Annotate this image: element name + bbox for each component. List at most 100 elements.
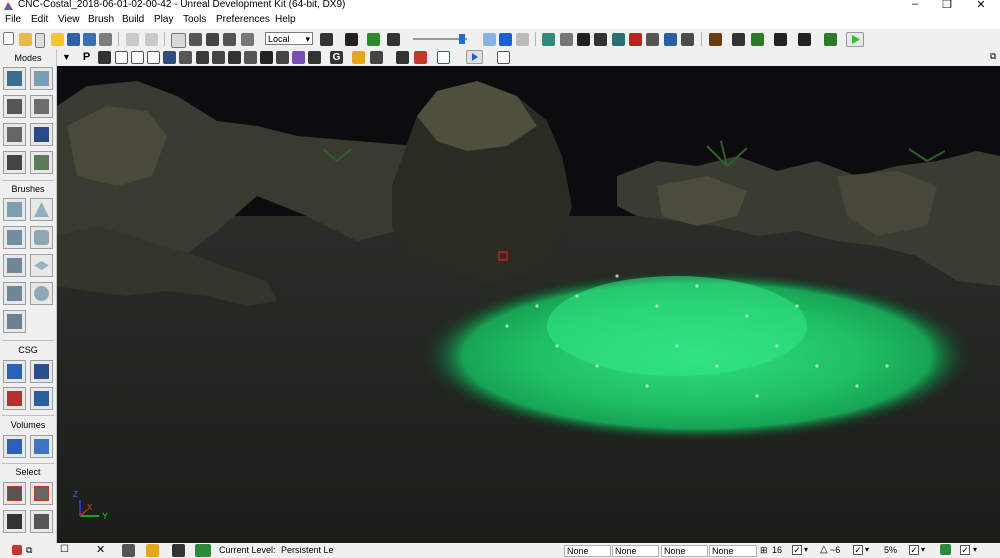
cone-brush-icon[interactable] [30,198,53,221]
hide-selected-icon[interactable] [30,482,53,505]
volumetric-brush-icon[interactable] [3,310,26,333]
kismet-icon[interactable] [345,33,358,46]
actor-snap-icon[interactable] [414,51,427,64]
restore-viewport-icon[interactable]: ⧉ [990,51,996,62]
cube-brush-icon[interactable] [3,198,26,221]
cylinder-wire-icon[interactable] [131,51,144,64]
curved-stair-brush-icon[interactable] [3,226,26,249]
k-script-icon[interactable] [367,33,380,46]
maximize-button[interactable]: ❐ [932,0,962,12]
play-in-viewport-icon[interactable] [466,50,483,64]
chevron-down-icon[interactable]: ▾ [921,545,925,554]
menu-help[interactable]: Help [275,14,296,25]
rotation-snap-checkbox[interactable]: ✓ [853,545,863,555]
lock-icon[interactable] [352,51,365,64]
brush-8-icon[interactable] [276,51,289,64]
csg-deintersect-icon[interactable] [30,387,53,410]
sphere-wire-icon[interactable] [147,51,160,64]
chevron-down-icon[interactable]: ▾ [973,545,977,554]
build-cover-icon[interactable] [594,33,607,46]
save-all-icon[interactable] [83,33,96,46]
minimize-button[interactable]: – [900,0,930,12]
brush-5-icon[interactable] [228,51,241,64]
matinee-icon[interactable] [709,33,722,46]
grid-g-icon[interactable]: G [330,51,343,64]
texture-align-mode-icon[interactable] [3,123,26,146]
spiral-stair-brush-icon[interactable] [3,282,26,305]
pivot-icon[interactable]: P [80,51,93,64]
star-icon[interactable] [516,33,529,46]
brush-2-icon[interactable] [179,51,192,64]
realtime-icon[interactable] [483,33,496,46]
perspective-viewport[interactable]: Z X Y [57,66,1000,543]
restore-icon[interactable]: ⧉ [26,545,32,556]
window-icon[interactable] [437,51,450,64]
foliage-mode-icon[interactable] [30,151,53,174]
build-paths-icon[interactable] [577,33,590,46]
menu-edit[interactable]: Edit [31,14,48,25]
binoculars-icon[interactable] [320,33,333,46]
rotate-icon[interactable] [206,33,219,46]
menu-file[interactable]: File [5,14,21,25]
show-all-icon[interactable] [30,510,53,533]
csg-intersect-icon[interactable] [3,387,26,410]
square-icon[interactable]: ☐ [60,544,69,555]
brush-4-icon[interactable] [212,51,225,64]
select-cursor-icon[interactable] [171,33,186,48]
brush-6-icon[interactable] [244,51,257,64]
translate-mode-icon[interactable] [30,95,53,118]
add-volume-icon[interactable] [3,435,26,458]
cube-wire-icon[interactable] [115,51,128,64]
scale-snap-checkbox[interactable]: ✓ [909,545,919,555]
chevron-down-icon[interactable]: ▼ [62,52,71,62]
open-folder-icon[interactable] [19,33,32,46]
lighting-quality-icon[interactable] [646,33,659,46]
float-viewport-icon[interactable] [497,51,510,64]
brush-9-icon[interactable] [292,51,305,64]
menu-view[interactable]: View [58,14,80,25]
volume-type-icon[interactable] [30,435,53,458]
check-icon[interactable] [195,544,211,557]
play-icon[interactable] [846,32,864,47]
mobile-preview-icon[interactable] [774,33,787,46]
scale-nonuniform-icon[interactable] [241,33,254,46]
eye-icon[interactable] [370,51,383,64]
csg-add-icon[interactable] [3,360,26,383]
geometry-mode-icon[interactable] [30,67,53,90]
sphere-brush-icon[interactable] [30,282,53,305]
drop-to-floor-icon[interactable] [396,51,409,64]
mesh-paint-mode-icon[interactable] [30,123,53,146]
import-icon[interactable] [99,33,112,46]
invert-selection-icon[interactable] [3,510,26,533]
favorite-star-icon[interactable] [51,33,64,46]
save-icon[interactable] [67,33,80,46]
autosave-checkbox[interactable]: ✓ [960,545,970,555]
brush-3-icon[interactable] [196,51,209,64]
csg-subtract-icon[interactable] [30,360,53,383]
terrain-mode-icon[interactable] [3,95,26,118]
close-button[interactable]: ✕ [966,0,996,12]
publish-icon[interactable] [732,33,745,46]
level-icon[interactable] [172,544,185,557]
menu-play[interactable]: Play [154,14,173,25]
stop-build-icon[interactable] [629,33,642,46]
cook-icon[interactable] [751,33,764,46]
scale-icon[interactable] [223,33,236,46]
translate-icon[interactable] [189,33,202,46]
console-icon[interactable] [798,33,811,46]
menu-preferences[interactable]: Preferences [216,14,270,25]
brush-10-icon[interactable] [308,51,321,64]
brush-7-icon[interactable] [260,51,273,64]
redo-icon[interactable] [145,33,158,46]
build-all-icon[interactable] [612,33,625,46]
paint-icon[interactable] [98,51,111,64]
camera-mode-icon[interactable] [3,67,26,90]
coord-space-select[interactable]: Local ▾ [265,32,313,45]
chevron-down-icon[interactable]: ▾ [804,545,808,554]
warning-icon[interactable] [146,544,159,557]
show-selected-icon[interactable] [3,482,26,505]
close-small-icon[interactable]: ✕ [96,543,105,556]
map-check-icon[interactable] [664,33,677,46]
content-browser-icon[interactable] [387,33,400,46]
solid-brush-icon[interactable] [163,51,176,64]
